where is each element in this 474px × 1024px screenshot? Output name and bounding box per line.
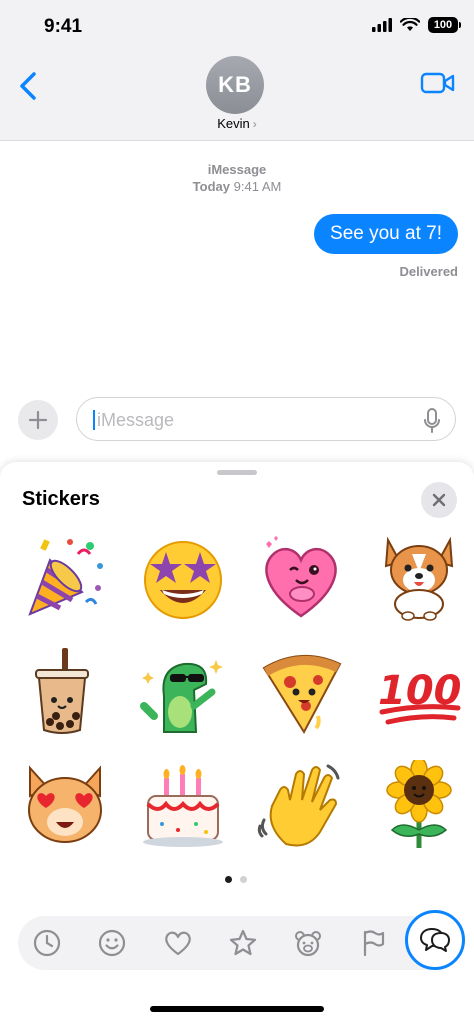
page-indicator[interactable] <box>225 876 247 883</box>
sent-message-bubble[interactable]: See you at 7! <box>314 214 458 254</box>
home-indicator[interactable] <box>150 1006 324 1012</box>
bear-icon[interactable] <box>293 928 323 958</box>
page-dot-active[interactable] <box>225 876 232 883</box>
close-icon <box>432 493 446 507</box>
stickers-sheet: Stickers 100 <box>0 462 474 1024</box>
contact-name-button[interactable]: Kevin › <box>0 116 474 131</box>
status-time: 9:41 <box>44 16 83 37</box>
delivered-receipt: Delivered <box>399 264 458 279</box>
hugging-heart-sticker[interactable] <box>256 532 346 622</box>
wifi-icon <box>400 18 420 31</box>
boba-tea-sticker[interactable] <box>20 646 110 736</box>
back-chevron-icon[interactable] <box>14 66 44 106</box>
signal-icon <box>372 18 392 32</box>
birthday-cake-sticker[interactable] <box>138 760 228 850</box>
message-input[interactable]: iMessage <box>76 397 456 441</box>
pizza-slice-sticker[interactable] <box>256 646 346 736</box>
sheet-grabber[interactable] <box>217 470 257 475</box>
sunflower-sticker[interactable] <box>374 760 464 850</box>
sheet-title: Stickers <box>22 488 100 510</box>
timestamp: Today 9:41 AM <box>0 179 474 194</box>
hundred-points-sticker[interactable]: 100 <box>374 646 464 736</box>
sticker-category-bar <box>18 910 465 970</box>
plus-icon <box>28 410 48 430</box>
chevron-right-icon: › <box>252 117 257 131</box>
text-cursor <box>93 410 95 430</box>
facetime-video-icon[interactable] <box>420 70 456 96</box>
tab-stickers-selected[interactable] <box>405 910 465 970</box>
page-dot[interactable] <box>240 876 247 883</box>
flag-icon[interactable] <box>358 928 388 958</box>
battery-indicator: 100 <box>428 17 461 33</box>
heart-icon[interactable] <box>163 928 193 958</box>
star-struck-sticker[interactable] <box>138 532 228 622</box>
timestamp-time: 9:41 AM <box>233 179 282 194</box>
status-icons: 100 <box>372 17 461 33</box>
heart-eyes-cat-sticker[interactable] <box>20 760 110 850</box>
message-placeholder: iMessage <box>97 410 175 430</box>
party-popper-sticker[interactable] <box>20 532 110 622</box>
timestamp-day: Today <box>192 179 230 194</box>
speech-bubbles-icon <box>420 928 450 952</box>
waving-hand-sticker[interactable] <box>256 760 346 850</box>
close-sheet-button[interactable] <box>421 482 457 518</box>
corgi-sticker[interactable] <box>374 532 464 622</box>
conversation-header: KB Kevin › <box>0 56 474 141</box>
star-icon[interactable] <box>228 928 258 958</box>
cool-dinosaur-sticker[interactable] <box>138 646 228 736</box>
contact-avatar[interactable]: KB <box>206 56 264 114</box>
status-bar: 9:41 100 <box>0 0 474 56</box>
service-label: iMessage <box>207 162 267 177</box>
contact-name: Kevin <box>217 116 250 131</box>
emoji-smiley-icon[interactable] <box>97 928 127 958</box>
apps-plus-button[interactable] <box>18 400 58 440</box>
microphone-icon[interactable] <box>423 408 441 434</box>
recents-clock-icon[interactable] <box>32 928 62 958</box>
